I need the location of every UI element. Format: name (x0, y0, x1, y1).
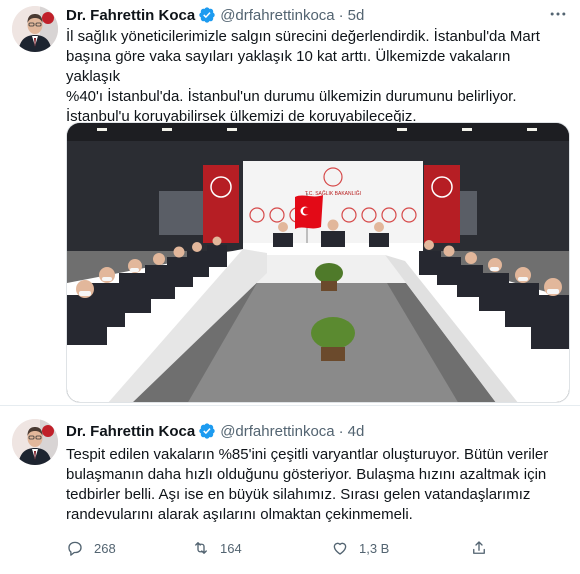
like-button[interactable]: 1,3 B (331, 536, 389, 560)
avatar[interactable] (12, 419, 58, 465)
retweet-count: 164 (220, 540, 242, 556)
timestamp[interactable]: 4d (348, 423, 365, 440)
reply-button[interactable]: 268 (66, 536, 116, 560)
tweet-header: Dr. Fahrettin Koca @drfahrettinkoca · 5d (66, 4, 364, 26)
share-button[interactable] (470, 536, 498, 560)
reply-count: 268 (94, 540, 116, 556)
more-options-icon[interactable] (548, 4, 568, 24)
avatar[interactable] (12, 6, 58, 52)
verified-badge-icon (198, 6, 216, 24)
separator-dot: · (338, 422, 344, 440)
like-count: 1,3 B (359, 540, 390, 556)
share-icon (473, 541, 485, 554)
tweet-text: Tespit edilen vakaların %85'ini çeşitli … (66, 446, 549, 523)
retweet-button[interactable]: 164 (192, 536, 242, 560)
reply-icon (68, 541, 82, 556)
meeting-photo-image: T.C. SAĞLIK BAKANLIĞI (67, 123, 569, 402)
author-handle[interactable]: @drfahrettinkoca (220, 7, 334, 24)
author-name[interactable]: Dr. Fahrettin Koca (66, 7, 195, 24)
tweet-text: İl sağlık yöneticilerimizle salgın sürec… (66, 28, 540, 125)
tweet[interactable]: Dr. Fahrettin Koca @drfahrettinkoca · 4d… (0, 405, 580, 574)
tweet[interactable]: Dr. Fahrettin Koca @drfahrettinkoca · 5d… (0, 0, 580, 405)
author-handle[interactable]: @drfahrettinkoca (220, 423, 334, 440)
like-icon (333, 542, 347, 555)
verified-badge-icon (198, 422, 216, 440)
author-name[interactable]: Dr. Fahrettin Koca (66, 423, 195, 440)
timestamp[interactable]: 5d (348, 7, 365, 24)
separator-dot: · (338, 6, 344, 24)
tweet-actions: 268 164 1,3 B (66, 536, 566, 560)
tweet-header: Dr. Fahrettin Koca @drfahrettinkoca · 4d (66, 420, 364, 442)
tweet-photo[interactable]: T.C. SAĞLIK BAKANLIĞI (66, 122, 570, 403)
photo-banner-text: T.C. SAĞLIK BAKANLIĞI (305, 190, 361, 197)
retweet-icon (195, 542, 207, 554)
